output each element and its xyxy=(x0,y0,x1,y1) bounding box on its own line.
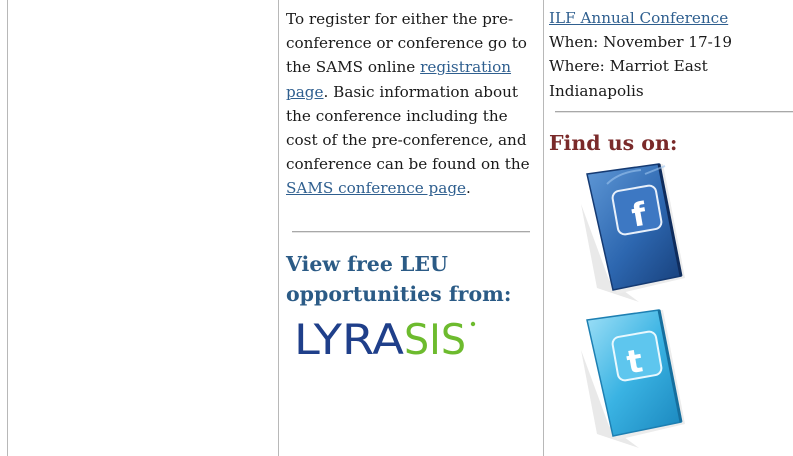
lyrasis-logo[interactable]: LYRA SIS xyxy=(292,312,482,362)
conference-when: When: November 17-19 xyxy=(549,33,733,52)
conference-info: ILF Annual Conference When: November 17-… xyxy=(549,0,793,103)
horizontal-rule xyxy=(555,111,793,113)
registration-text-2: . Basic information about the conference… xyxy=(286,82,530,174)
lyrasis-logo-text: LYRA xyxy=(294,315,404,362)
sams-conference-page-link[interactable]: SAMS conference page xyxy=(286,179,466,197)
ilf-conference-link[interactable]: ILF Annual Conference xyxy=(549,9,728,27)
registration-column: To register for either the pre-conferenc… xyxy=(286,0,540,362)
conference-column: ILF Annual Conference When: November 17-… xyxy=(549,0,793,448)
registration-text-3: . xyxy=(466,179,471,198)
conference-where: Where: Marriot East Indianapolis xyxy=(549,57,708,100)
column-divider-1 xyxy=(278,0,279,456)
column-divider-2 xyxy=(543,0,544,456)
find-us-heading: Find us on: xyxy=(549,131,678,155)
registration-paragraph: To register for either the pre-conferenc… xyxy=(286,0,540,201)
horizontal-rule xyxy=(292,231,530,233)
lyrasis-logo-green: SIS xyxy=(404,315,466,362)
lyrasis-logo-mark xyxy=(470,321,476,327)
leu-heading: View free LEU opportunities from: xyxy=(286,252,512,306)
facebook-icon[interactable]: f xyxy=(579,162,697,302)
twitter-icon[interactable]: t xyxy=(579,308,697,448)
left-border-line xyxy=(7,0,8,456)
